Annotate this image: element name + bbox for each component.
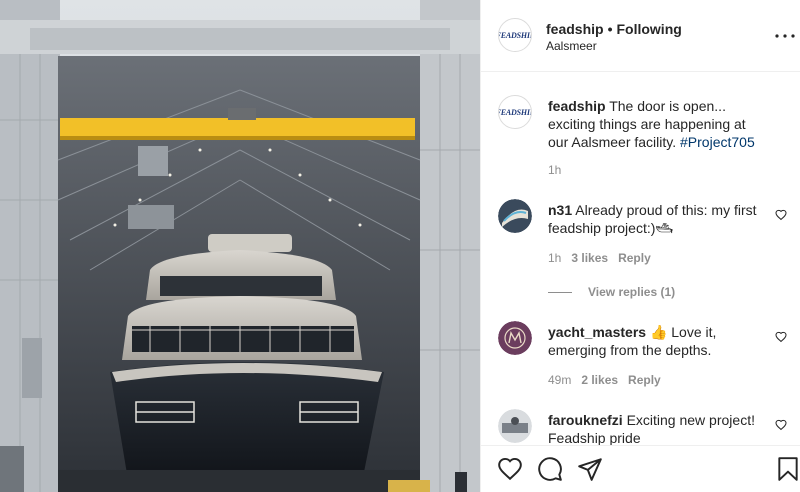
replies-divider <box>548 291 572 293</box>
caption-username[interactable]: feadship <box>548 98 606 114</box>
comment-text: yacht_masters 👍 Love it, emerging from t… <box>548 323 768 359</box>
reply-button[interactable]: Reply <box>618 251 651 265</box>
comment-time: 49m <box>548 373 572 387</box>
view-replies-label: View replies (1) <box>588 285 676 299</box>
bookmark-icon[interactable] <box>775 456 800 482</box>
more-options-icon[interactable] <box>774 26 796 44</box>
post-photo[interactable] <box>0 0 480 492</box>
comment-text: n31 Already proud of this: my first fead… <box>548 201 768 237</box>
yacht-in-shed-image <box>0 0 480 492</box>
feadship-avatar[interactable]: FEADSHIP <box>498 18 532 52</box>
view-replies-button[interactable]: View replies (1) <box>548 285 675 299</box>
comment-body: Already proud of this: my first feadship… <box>548 202 757 236</box>
caption-item: FEADSHIP feadship The door is open... ex… <box>481 95 800 185</box>
comment-text: farouknefzi Exciting new project! Feadsh… <box>548 411 768 445</box>
share-icon[interactable] <box>577 456 603 482</box>
comment-meta: 1h 3 likes Reply <box>548 251 661 265</box>
comment-time: 1h <box>548 251 562 265</box>
comment-item: farouknefzi Exciting new project! Feadsh… <box>481 409 800 445</box>
comment-item: n31 Already proud of this: my first fead… <box>481 199 800 299</box>
caption-avatar[interactable]: FEADSHIP <box>498 95 532 129</box>
yacht-masters-avatar[interactable] <box>498 321 532 355</box>
boat-emoji: 🛥 <box>655 220 674 236</box>
comment-meta: 49m 2 likes Reply <box>548 373 671 387</box>
comments-list[interactable]: FEADSHIP feadship The door is open... ex… <box>481 73 800 445</box>
caption-meta: 1h <box>548 163 571 177</box>
comment-icon[interactable] <box>537 456 563 482</box>
comment-username[interactable]: farouknefzi <box>548 412 623 428</box>
reply-button[interactable]: Reply <box>628 373 661 387</box>
post-location[interactable]: Aalsmeer <box>546 39 597 53</box>
comment-like-icon[interactable] <box>775 419 787 431</box>
caption-time: 1h <box>548 163 562 177</box>
post-details-panel: FEADSHIP feadship•Following Aalsmeer FEA… <box>480 0 800 492</box>
n31-profile-image <box>498 199 532 233</box>
comment-like-icon[interactable] <box>775 209 787 221</box>
farouknefzi-avatar[interactable] <box>498 409 532 443</box>
comment-username[interactable]: n31 <box>548 202 572 218</box>
heart-icon[interactable] <box>497 456 523 482</box>
ellipsis-icon <box>775 34 795 38</box>
comment-item: yacht_masters 👍 Love it, emerging from t… <box>481 321 800 391</box>
comment-likes[interactable]: 2 likes <box>581 373 618 387</box>
caption-text: feadship The door is open... exciting th… <box>548 97 768 151</box>
feadship-logo: FEADSHIP <box>499 30 531 40</box>
header-username-row: feadship • Following <box>546 21 682 37</box>
comment-like-icon[interactable] <box>775 331 787 343</box>
post-actions-bar <box>481 445 800 492</box>
header-username[interactable]: feadship <box>546 21 604 37</box>
feadship-logo: FEADSHIP <box>499 107 531 117</box>
hashtag-link[interactable]: #Project705 <box>680 134 755 150</box>
following-button[interactable]: Following <box>616 21 681 37</box>
farouknefzi-profile-image <box>498 409 532 443</box>
post-header: FEADSHIP feadship•Following Aalsmeer <box>481 0 800 72</box>
yacht-masters-profile-image <box>498 321 532 355</box>
comment-likes[interactable]: 3 likes <box>571 251 608 265</box>
comment-username[interactable]: yacht_masters <box>548 324 646 340</box>
n31-avatar[interactable] <box>498 199 532 233</box>
header-separator: • <box>607 21 613 37</box>
